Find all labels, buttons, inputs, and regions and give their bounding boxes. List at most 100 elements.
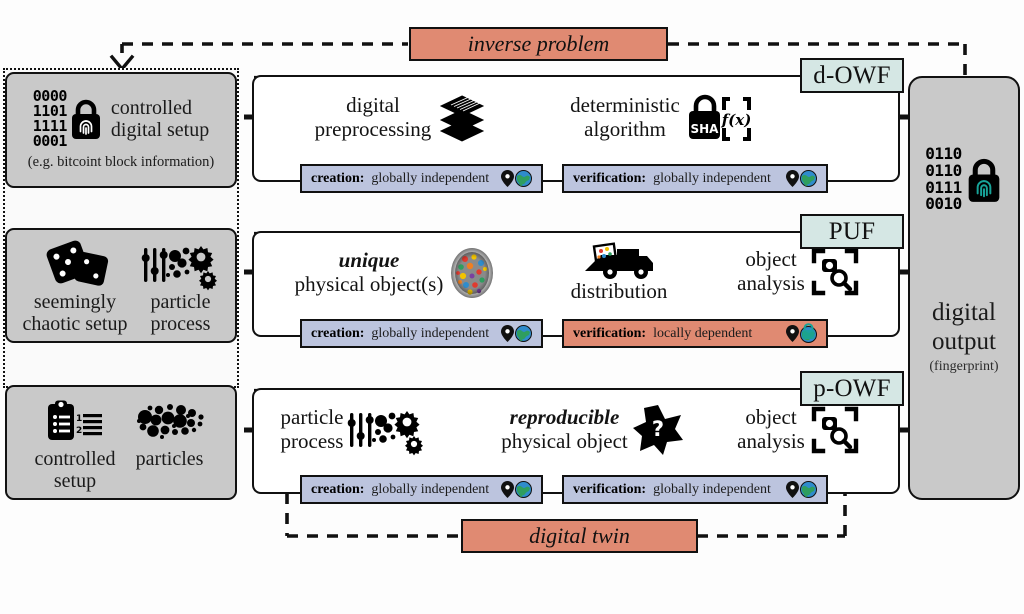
setup-box-digital[interactable]: 0000 1101 1111 0001 controlled digital s… — [5, 72, 237, 188]
badge-icons — [501, 481, 532, 498]
svg-text:1: 1 — [76, 414, 82, 424]
step-label: unique physical object(s) — [294, 248, 444, 296]
step-label: deterministic algorithm — [570, 93, 680, 141]
tag-p-owf[interactable]: p-OWF — [800, 371, 904, 406]
setup-binary-digits: 0000 1101 1111 0001 — [32, 87, 68, 150]
badge-verification-row3[interactable]: verification: globally independent — [562, 475, 828, 504]
clipboard-list-icon: 12 — [48, 400, 102, 440]
setup-label-particles: particles — [135, 447, 204, 470]
output-binary-lock-group: 0110 0110 0111 0010 — [925, 144, 1003, 214]
badge-key: verification: — [573, 325, 647, 341]
step-deterministic-algorithm[interactable]: deterministic algorithm SHA f(x) — [545, 88, 775, 148]
globe-icon — [800, 481, 817, 498]
badge-verification-row2[interactable]: verification: locally dependent — [562, 319, 828, 348]
step-label: particle process — [280, 405, 344, 453]
badge-key: creation: — [311, 325, 365, 341]
pin-icon — [501, 481, 514, 498]
step-label: digital preprocessing — [314, 93, 432, 141]
badge-icons — [786, 322, 817, 343]
output-title: digital output — [932, 299, 996, 355]
badge-icons — [786, 170, 817, 187]
step-distribution[interactable]: distribution — [545, 240, 693, 304]
object-scan-icon — [811, 406, 859, 454]
setup-subtitle-digital: (e.g. bitcoint block information) — [27, 154, 215, 170]
globe-icon — [515, 170, 532, 187]
setup-cell-chaotic: seemingly chaotic setup — [22, 240, 128, 336]
setup-cell-controlled: 12 controlled setup — [34, 399, 116, 493]
step-label: distribution — [570, 278, 668, 303]
step-reproducible-physical-object[interactable]: reproducible physical object ? — [485, 398, 700, 462]
digital-output-column[interactable]: 0110 0110 0111 0010 digital output (fing… — [908, 76, 1020, 500]
lock-fingerprint-icon — [71, 99, 100, 139]
colorful-particle-blob-icon — [451, 248, 494, 298]
lock-fingerprint-icon — [968, 158, 1000, 202]
badge-icons — [786, 481, 817, 498]
label-inverse-problem[interactable]: inverse problem — [409, 27, 668, 61]
setup-label-digital: controlled digital setup — [110, 96, 210, 141]
globe-lock-icon — [800, 322, 817, 343]
dice-icon — [46, 240, 109, 286]
pin-icon — [786, 325, 799, 342]
badge-verification-row1[interactable]: verification: globally independent — [562, 164, 828, 193]
diagram-canvas: 0000 1101 1111 0001 controlled digital s… — [0, 0, 1024, 614]
label-text: inverse problem — [467, 31, 610, 56]
svg-text:?: ? — [652, 417, 664, 441]
badge-value: globally independent — [371, 481, 490, 497]
setup-box-controlled[interactable]: 12 controlled setup particles — [5, 385, 237, 500]
badge-key: verification: — [573, 170, 647, 186]
badge-value: locally dependent — [653, 325, 753, 341]
setup-cell-particles: particles — [132, 399, 208, 470]
pin-icon — [501, 325, 514, 342]
globe-icon — [800, 170, 817, 187]
setup-label-chaotic: seemingly chaotic setup — [22, 290, 128, 335]
tag-label: d-OWF — [813, 61, 891, 89]
step-label: object analysis — [737, 247, 805, 295]
object-scan-icon — [811, 248, 859, 296]
badge-value: globally independent — [653, 481, 771, 497]
badge-icons — [501, 170, 532, 187]
tag-d-owf[interactable]: d-OWF — [800, 58, 904, 93]
tag-puf[interactable]: PUF — [800, 214, 904, 249]
star-question-icon: ? — [632, 405, 683, 455]
badge-value: globally independent — [371, 170, 490, 186]
particle-process-icon — [348, 411, 424, 456]
pin-icon — [786, 481, 799, 498]
step-unique-physical-object[interactable]: unique physical object(s) — [285, 242, 505, 304]
step-object-analysis-powf[interactable]: object analysis — [730, 398, 866, 462]
label-text: digital twin — [529, 523, 630, 548]
setup-cell-particle-process: particle process — [141, 242, 219, 336]
badge-icons — [501, 325, 532, 342]
badge-creation-row3[interactable]: creation: globally independent — [300, 475, 543, 504]
badge-key: verification: — [573, 481, 647, 497]
badge-key: creation: — [311, 170, 365, 186]
globe-icon — [515, 481, 532, 498]
tag-label: p-OWF — [813, 374, 891, 402]
globe-icon — [515, 325, 532, 342]
delivery-truck-icon — [585, 242, 653, 279]
layers-stack-icon — [440, 95, 485, 142]
output-subtitle: (fingerprint) — [929, 358, 999, 374]
step-object-analysis-puf[interactable]: object analysis — [730, 240, 866, 304]
pin-icon — [786, 170, 799, 187]
svg-text:2: 2 — [76, 426, 82, 436]
particles-icon — [136, 403, 204, 439]
badge-value: globally independent — [371, 325, 490, 341]
badge-key: creation: — [311, 481, 365, 497]
badge-value: globally independent — [653, 170, 771, 186]
particle-process-icon — [142, 245, 218, 291]
setup-label-particle-process: particle process — [150, 290, 211, 335]
step-label: object analysis — [737, 405, 805, 453]
tag-label: PUF — [828, 217, 876, 245]
output-binary-digits: 0110 0110 0111 0010 — [925, 144, 962, 214]
sha-lock-fx-icon: SHA f(x) — [688, 94, 752, 141]
label-digital-twin[interactable]: digital twin — [461, 519, 698, 553]
step-label: reproducible physical object — [501, 405, 628, 453]
badge-creation-row1[interactable]: creation: globally independent — [300, 164, 543, 193]
setup-box-chaotic[interactable]: seemingly chaotic setup particle process — [5, 228, 237, 343]
svg-text:f(x): f(x) — [721, 111, 752, 129]
pin-icon — [501, 170, 514, 187]
step-digital-preprocessing[interactable]: digital preprocessing — [300, 88, 500, 148]
badge-creation-row2[interactable]: creation: globally independent — [300, 319, 543, 348]
svg-text:SHA: SHA — [690, 122, 719, 136]
step-particle-process[interactable]: particle process — [262, 398, 444, 462]
